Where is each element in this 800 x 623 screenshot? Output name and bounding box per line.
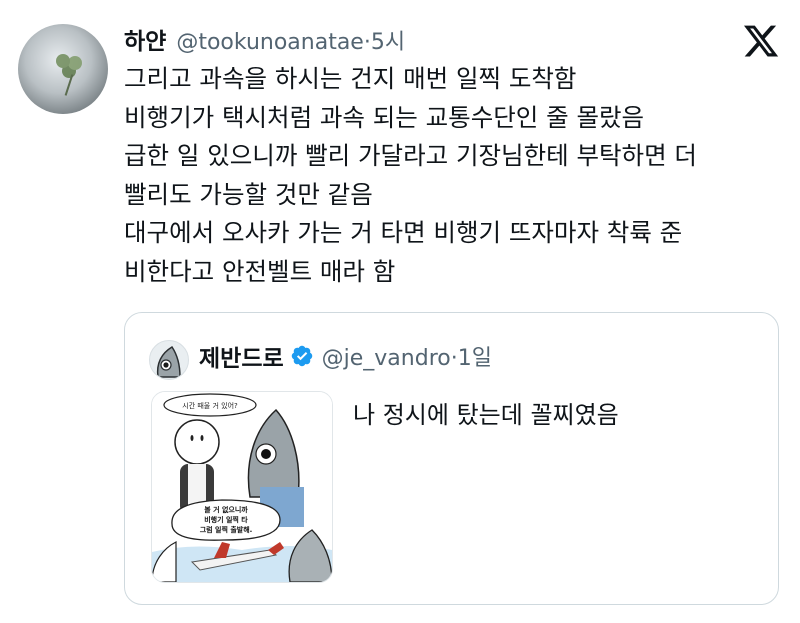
tweet-line: 비한다고 안전벨트 매라 함 xyxy=(124,256,396,286)
verified-badge-icon xyxy=(291,345,312,367)
quoted-meta: @je_vandro·1일 xyxy=(322,340,492,372)
bubble-main-line: 그럼 일찍 출발해. xyxy=(200,525,253,534)
tweet-line: 비행기가 택시처럼 과속 되는 교통수단인 줄 몰랐음 xyxy=(124,102,645,132)
author-display-name[interactable]: 하얀 xyxy=(124,22,166,56)
tweet-header: 하얀 @tookunoanatae·5시 xyxy=(124,22,405,56)
bubble-main-line: 비행기 일찍 타 xyxy=(204,515,248,524)
meta-separator: · xyxy=(363,30,371,55)
bubble-main-line: 볼 거 없으니까 xyxy=(204,505,248,514)
author-handle[interactable]: @tookunoanatae xyxy=(176,30,364,55)
tweet-line: 대구에서 오사카 가는 거 타면 비행기 뜨자마자 착륙 준 xyxy=(124,218,683,248)
tweet-body: 그리고 과속을 하시는 건지 매번 일찍 도착함 비행기가 택시처럼 과속 되는… xyxy=(124,60,784,292)
comic-illustration: 시간 때울 거 있어? 볼 거 없으니까 비행기 일찍 타 그럼 일찍 출발해. xyxy=(152,392,332,582)
clover-leaf xyxy=(56,54,70,68)
tweet-line: 빨리도 가능할 것만 같음 xyxy=(124,179,373,209)
clover-stem xyxy=(64,74,74,96)
quoted-handle[interactable]: @je_vandro xyxy=(322,346,451,371)
meta-separator: · xyxy=(450,346,458,371)
quoted-time[interactable]: 1일 xyxy=(458,346,492,371)
author-avatar[interactable] xyxy=(18,24,108,114)
bubble-top-text: 시간 때울 거 있어? xyxy=(182,401,238,410)
x-logo-icon xyxy=(743,25,779,57)
tweet-line: 급한 일 있으니까 빨리 가달라고 기장님한테 부탁하면 더 xyxy=(124,141,697,171)
tweet-line: 그리고 과속을 하시는 건지 매번 일찍 도착함 xyxy=(124,64,577,93)
author-meta: @tookunoanatae·5시 xyxy=(176,24,405,56)
quoted-tweet-text: 나 정시에 탔는데 꼴찌였음 xyxy=(353,401,619,429)
white-character-head xyxy=(174,419,220,465)
quoted-comic-image[interactable]: 시간 때울 거 있어? 볼 거 없으니까 비행기 일찍 타 그럼 일찍 출발해. xyxy=(151,391,333,583)
quoted-author-avatar[interactable] xyxy=(149,340,189,380)
quoted-display-name[interactable]: 제반드로 xyxy=(199,339,284,373)
quoted-tweet-header: 제반드로 @je_vandro·1일 xyxy=(199,339,492,373)
tweet-time[interactable]: 5시 xyxy=(371,30,405,55)
quoted-tweet-card[interactable]: 제반드로 @je_vandro·1일 시간 때울 거 있어? 볼 거 없으니까 … xyxy=(124,312,779,605)
cartoon-fish-avatar xyxy=(156,345,181,378)
